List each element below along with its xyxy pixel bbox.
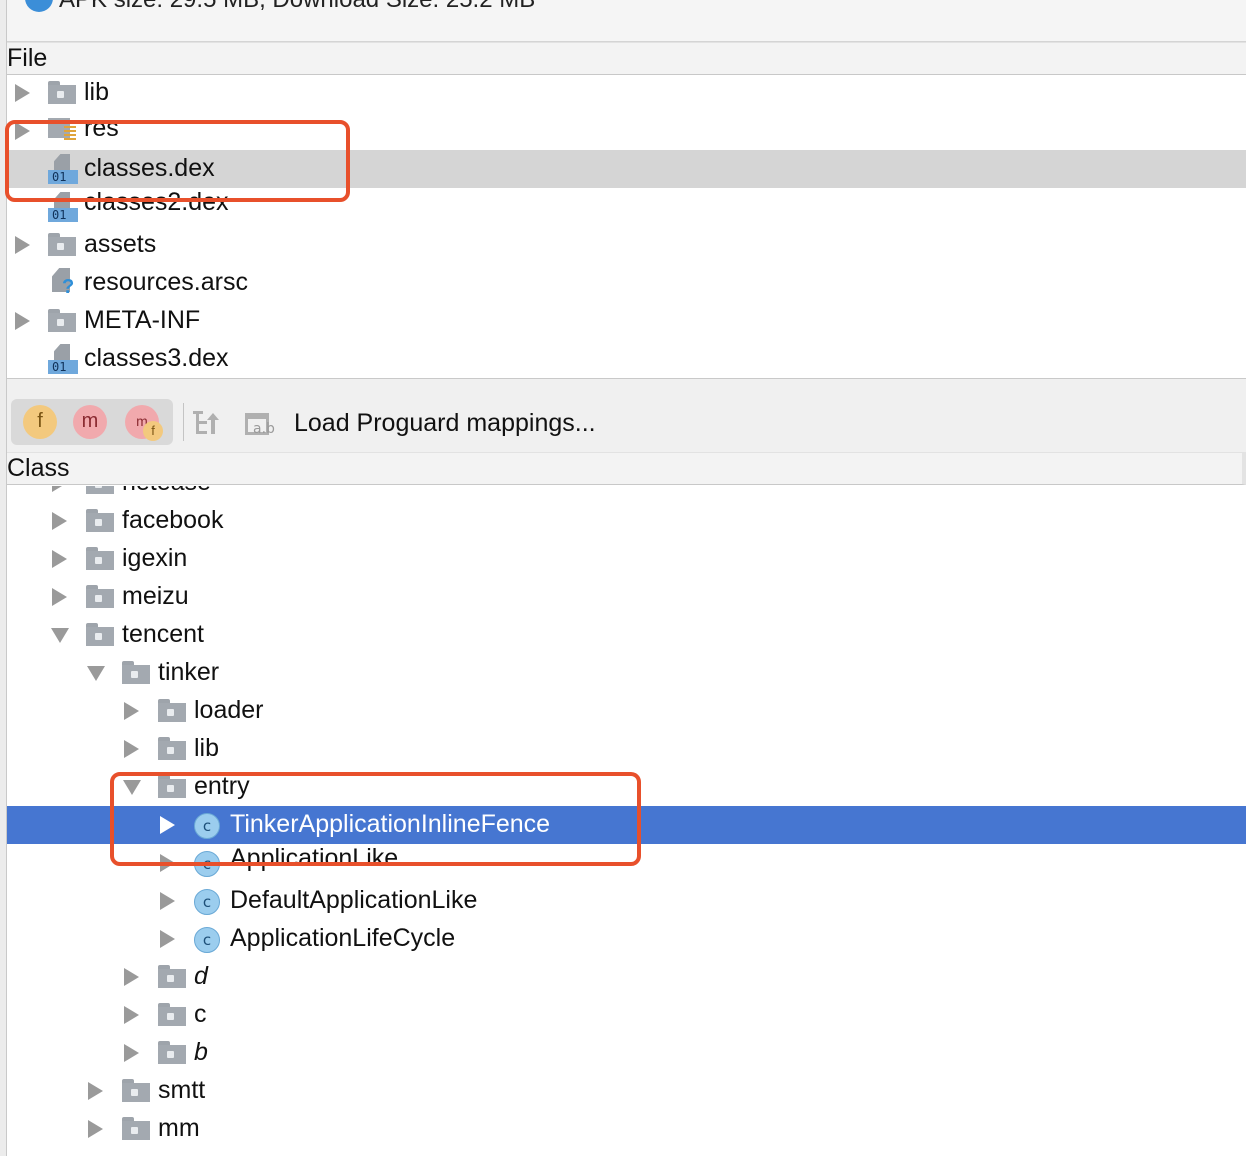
tree-sort-icon[interactable] — [189, 407, 221, 439]
class-tree-label: netease — [122, 486, 211, 497]
class-tree-row-b[interactable]: b — [7, 1034, 1246, 1072]
expand-arrow-icon[interactable] — [124, 702, 139, 720]
file-tree-label: lib — [84, 78, 110, 106]
class-tree-row-d[interactable]: d — [7, 958, 1246, 996]
class-tree-label: smtt — [158, 1076, 206, 1104]
folder-icon — [48, 233, 76, 256]
file-tree-row-lib[interactable]: lib — [7, 74, 1246, 112]
class-tree-label: igexin — [122, 544, 188, 572]
expand-arrow-icon[interactable] — [15, 312, 30, 330]
package-folder-icon — [86, 547, 114, 570]
package-folder-icon — [122, 661, 150, 684]
info-icon — [25, 0, 53, 12]
class-tree-label: lib — [194, 734, 220, 762]
class-tree-label: b — [194, 1038, 208, 1066]
expand-arrow-icon[interactable] — [124, 968, 139, 986]
deobfuscate-folder-icon[interactable]: a.b — [245, 407, 277, 439]
class-tree-row-mm[interactable]: mm — [7, 1110, 1246, 1148]
class-column-header-label: Class — [7, 454, 70, 482]
class-tree-row-c[interactable]: c — [7, 996, 1246, 1034]
expand-arrow-icon[interactable] — [52, 588, 67, 606]
file-tree-label: classes3.dex — [84, 344, 229, 372]
class-tree-row-facebook[interactable]: facebook — [7, 502, 1246, 540]
expand-arrow-icon[interactable] — [52, 486, 67, 492]
show-referenced-members-button[interactable]: m f — [125, 405, 163, 441]
file-tree-row-classes3-dex[interactable]: 01 classes3.dex — [7, 340, 1246, 378]
class-tree-label: tencent — [122, 620, 205, 648]
class-icon: c — [194, 889, 220, 915]
expand-arrow-icon[interactable] — [124, 1006, 139, 1024]
package-folder-icon — [158, 1041, 186, 1064]
expand-arrow-icon[interactable] — [88, 1120, 103, 1138]
dex-file-icon: 01 — [48, 344, 78, 374]
class-tree-row-netease[interactable]: netease — [7, 486, 1246, 502]
class-tree-label: facebook — [122, 506, 224, 534]
class-icon: c — [194, 927, 220, 953]
package-folder-icon — [86, 585, 114, 608]
expand-arrow-icon[interactable] — [15, 236, 30, 254]
class-tree-row-default-application-like[interactable]: c DefaultApplicationLike — [7, 882, 1246, 920]
expand-arrow-icon[interactable] — [124, 740, 139, 758]
package-folder-icon — [158, 699, 186, 722]
class-tree-label: c — [194, 1000, 207, 1028]
file-column-header[interactable]: File — [7, 42, 1246, 75]
apk-summary-bar: APK size: 29.5 MB, Download Size: 25.2 M… — [7, 0, 1246, 42]
expand-arrow-icon[interactable] — [52, 512, 67, 530]
class-tree-label: DefaultApplicationLike — [230, 886, 478, 914]
class-tree-row-smtt[interactable]: smtt — [7, 1072, 1246, 1110]
folder-icon — [48, 309, 76, 332]
unknown-file-icon: ? — [48, 268, 76, 298]
class-column-header[interactable]: Class — [7, 452, 1246, 485]
package-folder-icon — [158, 965, 186, 988]
package-folder-icon — [122, 1079, 150, 1102]
file-tree-row-assets[interactable]: assets — [7, 226, 1246, 264]
collapse-arrow-icon[interactable] — [87, 666, 105, 681]
class-tree-row-meizu[interactable]: meizu — [7, 578, 1246, 616]
class-tree-label: meizu — [122, 582, 189, 610]
file-tree-row-meta-inf[interactable]: META-INF — [7, 302, 1246, 340]
file-tree-label: assets — [84, 230, 157, 258]
highlight-box-entry-class — [110, 772, 641, 866]
file-tree-row-resources-arsc[interactable]: ? resources.arsc — [7, 264, 1246, 302]
toolbar-divider — [183, 403, 184, 441]
class-toolbar: f m m f a.b Load Proguard mappings... — [7, 378, 1246, 452]
file-tree-label: META-INF — [84, 306, 201, 334]
file-column-header-label: File — [7, 44, 48, 72]
class-tree-row-tinker[interactable]: tinker — [7, 654, 1246, 692]
highlight-box-classes-dex — [5, 120, 350, 202]
class-tree-row-application-life-cycle[interactable]: c ApplicationLifeCycle — [7, 920, 1246, 958]
show-methods-button[interactable]: m — [73, 405, 107, 439]
class-tree-row-lib[interactable]: lib — [7, 730, 1246, 768]
apk-summary-text: APK size: 29.5 MB, Download Size: 25.2 M… — [59, 0, 535, 14]
class-tree-clip: netease — [7, 486, 1246, 502]
class-tree-label: ApplicationLifeCycle — [230, 924, 456, 952]
collapse-arrow-icon[interactable] — [51, 628, 69, 643]
class-tree-row-igexin[interactable]: igexin — [7, 540, 1246, 578]
expand-arrow-icon[interactable] — [160, 892, 175, 910]
expand-arrow-icon[interactable] — [160, 930, 175, 948]
class-tree-label: tinker — [158, 658, 220, 686]
class-tree-row-tencent[interactable]: tencent — [7, 616, 1246, 654]
class-tree-label: mm — [158, 1114, 200, 1142]
filter-toggle-group: f m m f — [11, 399, 173, 445]
show-fields-button[interactable]: f — [23, 405, 57, 439]
load-proguard-mappings-button[interactable]: Load Proguard mappings... — [294, 409, 596, 438]
expand-arrow-icon[interactable] — [88, 1082, 103, 1100]
class-tree-label: loader — [194, 696, 264, 724]
expand-arrow-icon[interactable] — [52, 550, 67, 568]
expand-arrow-icon[interactable] — [124, 1044, 139, 1062]
package-folder-icon — [122, 1117, 150, 1140]
class-tree-row-loader[interactable]: loader — [7, 692, 1246, 730]
package-folder-icon — [158, 737, 186, 760]
package-folder-icon — [86, 623, 114, 646]
package-folder-icon — [86, 486, 114, 494]
class-tree-label: d — [194, 962, 208, 990]
package-folder-icon — [86, 509, 114, 532]
expand-arrow-icon[interactable] — [15, 84, 30, 102]
file-tree-label: resources.arsc — [84, 268, 248, 296]
package-folder-icon — [158, 1003, 186, 1026]
referenced-fields-glyph: f — [143, 421, 163, 441]
folder-icon — [48, 81, 76, 104]
